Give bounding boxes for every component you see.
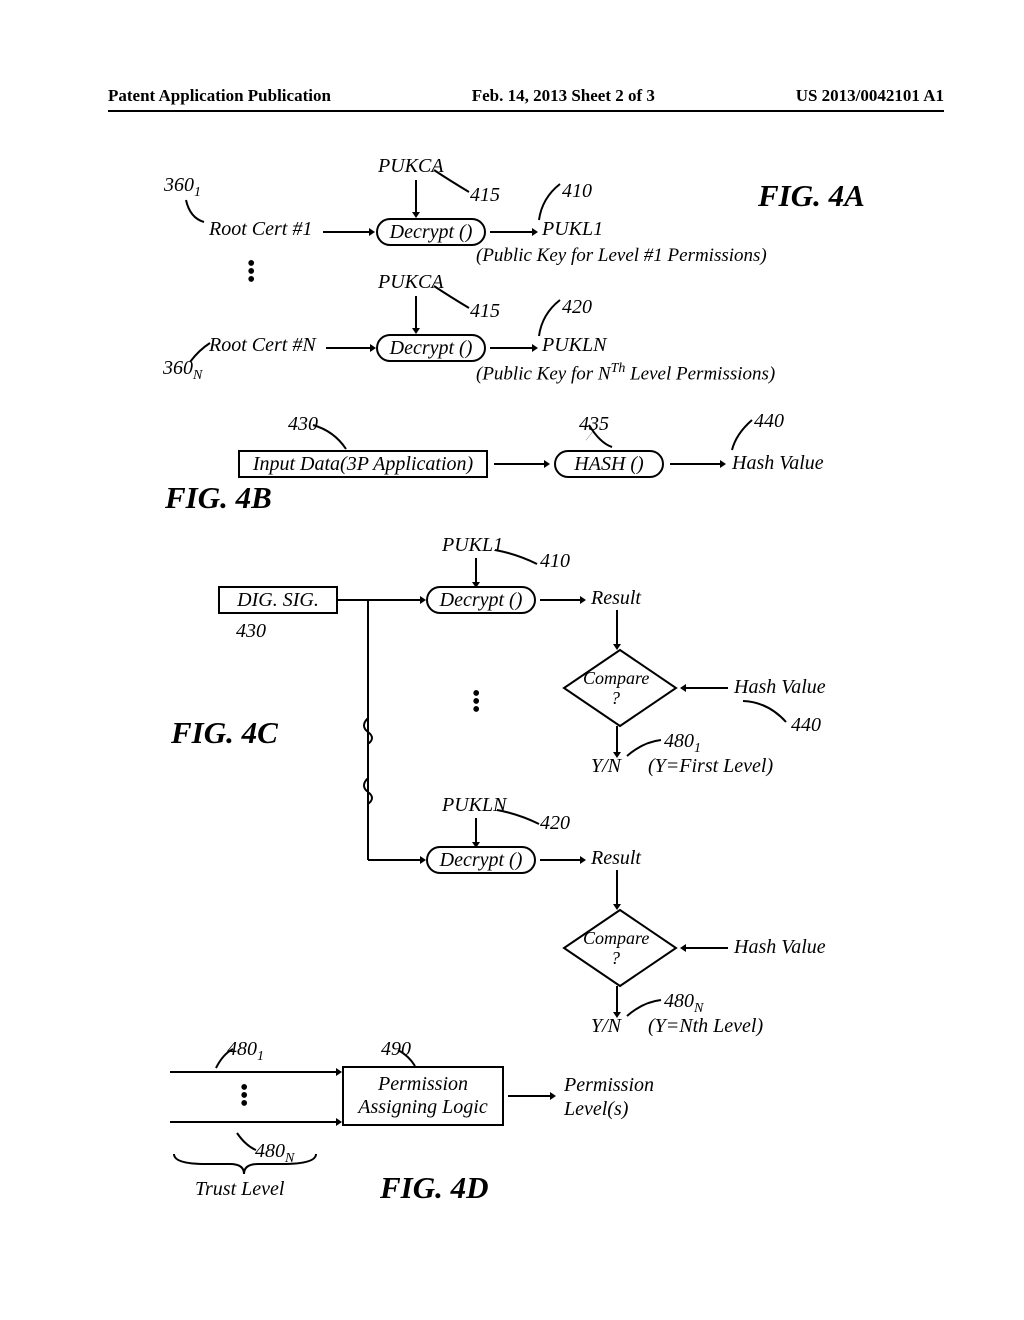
compare-q-1: ? — [611, 688, 620, 709]
arrow-compare1-down — [613, 726, 621, 758]
pukca-1: PUKCA — [378, 155, 444, 178]
root-cert-n: Root Cert #N — [209, 334, 316, 357]
ref-440-c: 440 — [791, 714, 821, 737]
ref-430-b: 430 — [288, 413, 318, 436]
arrow-pukl1-down — [472, 558, 480, 588]
arrow-dec2-result — [540, 856, 586, 864]
ref-360-n: 360N — [163, 357, 202, 384]
pukl1-c: PUKL1 — [442, 534, 503, 557]
fig-4d-label: FIG. 4D — [380, 1170, 489, 1206]
yn-1: Y/N — [591, 755, 621, 778]
permission-out-2: Level(s) — [564, 1098, 628, 1121]
ref-410-c: 410 — [540, 550, 570, 573]
hash-value: Hash Value — [732, 452, 824, 475]
ref-430-c: 430 — [236, 620, 266, 643]
arrow-result1-down — [613, 610, 621, 650]
ref-490: 490 — [381, 1038, 411, 1061]
arrow-decrypt1-out — [490, 228, 538, 236]
header-right: US 2013/0042101 A1 — [796, 86, 944, 106]
vdots-d: ••• — [240, 1084, 248, 1108]
arrow-hash-out — [670, 460, 726, 468]
fork-digsig — [338, 590, 426, 870]
decrypt-oval-2: Decrypt () — [376, 334, 486, 362]
ref-410: 410 — [562, 180, 592, 203]
fig-4a-label: FIG. 4A — [758, 178, 865, 214]
arrow-pukln-down — [472, 818, 480, 848]
vdots-c: ••• — [472, 690, 480, 714]
ref-440: 440 — [754, 410, 784, 433]
ref-360-1: 3601 — [164, 174, 201, 201]
compare-q-2: ? — [611, 948, 620, 969]
vdots-roots: ••• — [247, 260, 255, 284]
ref-480-n-d: 480N — [255, 1140, 294, 1167]
leader-360-1 — [180, 198, 210, 226]
squiggle-2 — [358, 778, 378, 808]
pukln-c: PUKLN — [442, 794, 506, 817]
result-1: Result — [591, 587, 641, 610]
ref-420-c: 420 — [540, 812, 570, 835]
yfirst: (Y=First Level) — [648, 755, 773, 778]
pukln: PUKLN — [542, 334, 606, 357]
arrow-pukca-down-2 — [412, 296, 420, 334]
ref-420: 420 — [562, 296, 592, 319]
ynth: (Y=Nth Level) — [648, 1015, 763, 1038]
arrow-root1-decrypt — [323, 228, 375, 236]
compare-text-1: Compare — [583, 668, 649, 689]
arrow-pal-out — [508, 1092, 556, 1100]
pukl1: PUKL1 — [542, 218, 603, 241]
pukl1-note: (Public Key for Level #1 Permissions) — [476, 245, 767, 267]
arrow-compare2-down — [613, 986, 621, 1018]
input-data-box: Input Data(3P Application) — [238, 450, 488, 478]
arrow-480-n-in — [170, 1118, 342, 1126]
hash-oval: HASH () — [554, 450, 664, 478]
compare-text-2: Compare — [583, 928, 649, 949]
diagram-canvas: FIG. 4A 3601 Root Cert #1 PUKCA 415 Decr… — [0, 150, 1024, 1280]
ref-480-1-c: 4801 — [664, 730, 701, 757]
trust-level: Trust Level — [195, 1178, 284, 1201]
decrypt-c-2: Decrypt () — [426, 846, 536, 874]
arrow-hash-in-1 — [680, 684, 728, 692]
fig-4b-label: FIG. 4B — [165, 480, 272, 516]
hashval-c-2: Hash Value — [734, 936, 826, 959]
arrow-hash-in-2 — [680, 944, 728, 952]
digsig-box: DIG. SIG. — [218, 586, 338, 614]
arrow-decrypt2-out — [490, 344, 538, 352]
header-left: Patent Application Publication — [108, 86, 331, 106]
result-2: Result — [591, 847, 641, 870]
ref-480-1-d: 4801 — [227, 1038, 264, 1065]
arrow-result2-down — [613, 870, 621, 910]
header-center: Feb. 14, 2013 Sheet 2 of 3 — [472, 86, 655, 106]
leader-440-c — [740, 698, 790, 728]
ref-435: 435 — [579, 413, 609, 436]
fig-4c-label: FIG. 4C — [171, 715, 278, 751]
yn-2: Y/N — [591, 1015, 621, 1038]
arrow-pukca-down-1 — [412, 180, 420, 218]
permission-out-1: Permission — [564, 1074, 654, 1097]
hashval-c-1: Hash Value — [734, 676, 826, 699]
page-header: Patent Application Publication Feb. 14, … — [108, 86, 944, 112]
arrow-dec1-result — [540, 596, 586, 604]
decrypt-oval-1: Decrypt () — [376, 218, 486, 246]
trust-brace — [170, 1150, 320, 1180]
ref-480-n-c: 480N — [664, 990, 703, 1017]
arrow-480-1-in — [170, 1068, 342, 1076]
pukca-2: PUKCA — [378, 271, 444, 294]
ref-415-2: 415 — [470, 300, 500, 323]
squiggle-1 — [358, 718, 378, 748]
arrow-rootn-decrypt — [326, 344, 376, 352]
decrypt-c-1: Decrypt () — [426, 586, 536, 614]
ref-415-1: 415 — [470, 184, 500, 207]
root-cert-1: Root Cert #1 — [209, 218, 312, 241]
permission-logic-box: Permission Assigning Logic — [342, 1066, 504, 1126]
pukln-note: (Public Key for NTh Level Permissions) — [476, 361, 775, 385]
arrow-input-hash — [494, 460, 550, 468]
